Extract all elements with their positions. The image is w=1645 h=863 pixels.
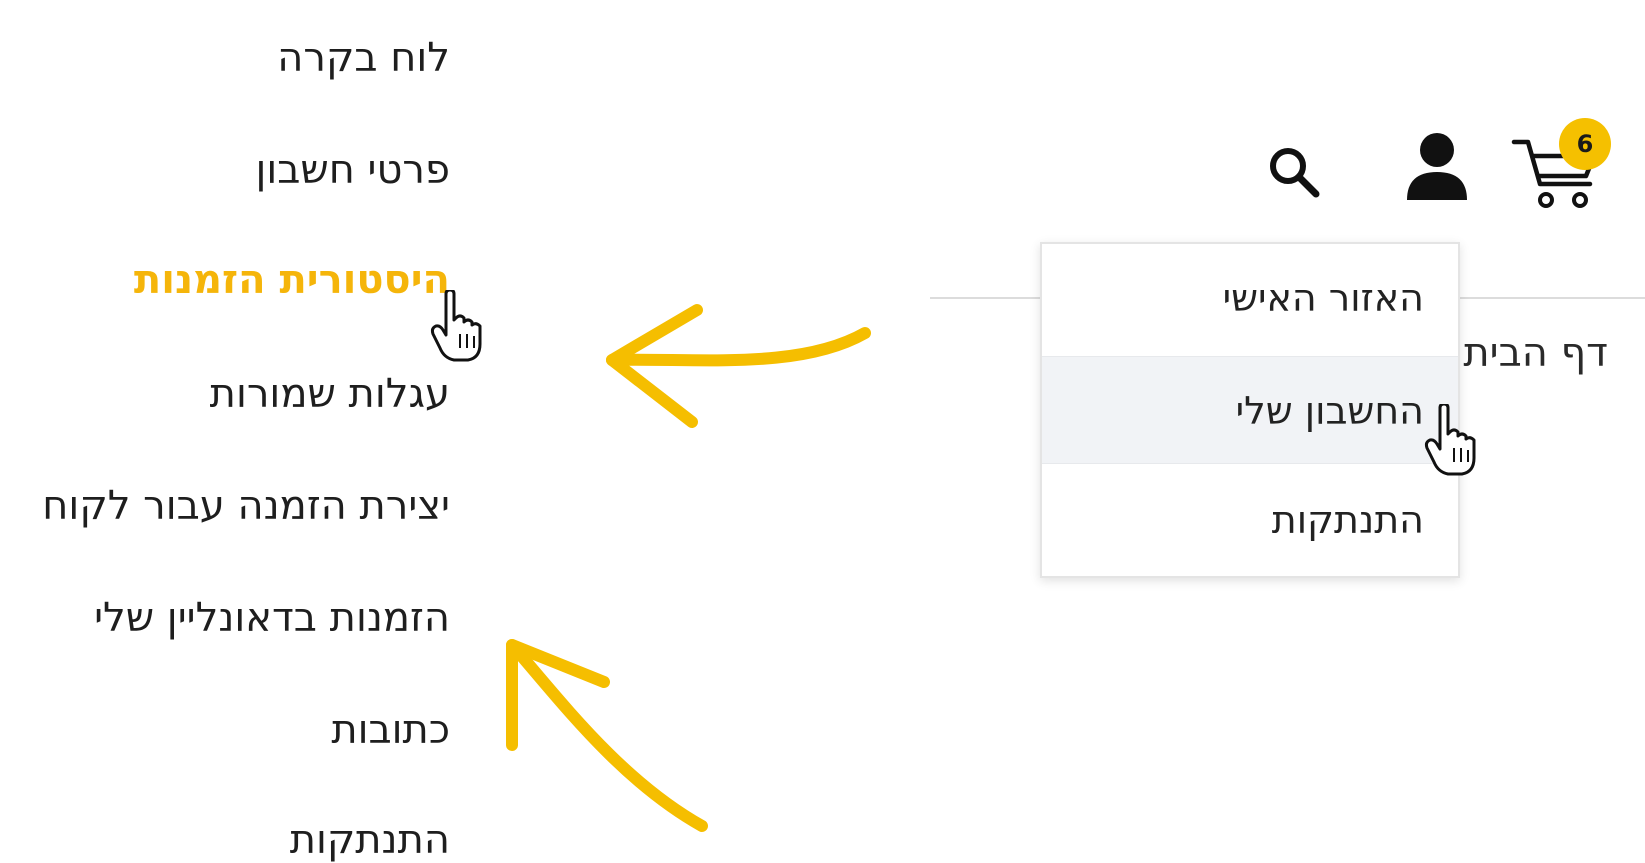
user-icon[interactable]	[1402, 128, 1472, 204]
nav-item-logout[interactable]: התנתקות	[290, 816, 450, 863]
nav-item-create-order-for-customer[interactable]: יצירת הזמנה עבור לקוח	[42, 482, 450, 530]
search-icon[interactable]	[1262, 140, 1326, 204]
dropdown-item-personal-area[interactable]: האזור האישי	[1042, 244, 1458, 352]
dropdown-item-logout[interactable]: התנתקות	[1042, 466, 1458, 574]
nav-item-dashboard[interactable]: לוח בקרה	[277, 34, 450, 82]
breadcrumb-home[interactable]: דף הבית	[1448, 328, 1608, 378]
nav-item-addresses[interactable]: כתובות	[331, 706, 450, 754]
dropdown-item-my-account[interactable]: החשבון שלי	[1042, 356, 1458, 464]
nav-item-saved-carts[interactable]: עגלות שמורות	[210, 370, 450, 418]
nav-item-my-downline-orders[interactable]: הזמנות בדאונליין שלי	[94, 594, 450, 642]
screen: לוח בקרה פרטי חשבון היסטורית הזמנות עגלו…	[0, 0, 1645, 863]
cart-count-badge: 6	[1559, 118, 1611, 170]
nav-item-account-details[interactable]: פרטי חשבון	[255, 146, 450, 194]
account-nav: לוח בקרה פרטי חשבון היסטורית הזמנות עגלו…	[0, 0, 450, 863]
user-dropdown-menu: האזור האישי החשבון שלי התנתקות	[1040, 242, 1460, 578]
nav-item-order-history[interactable]: היסטורית הזמנות	[134, 256, 450, 304]
